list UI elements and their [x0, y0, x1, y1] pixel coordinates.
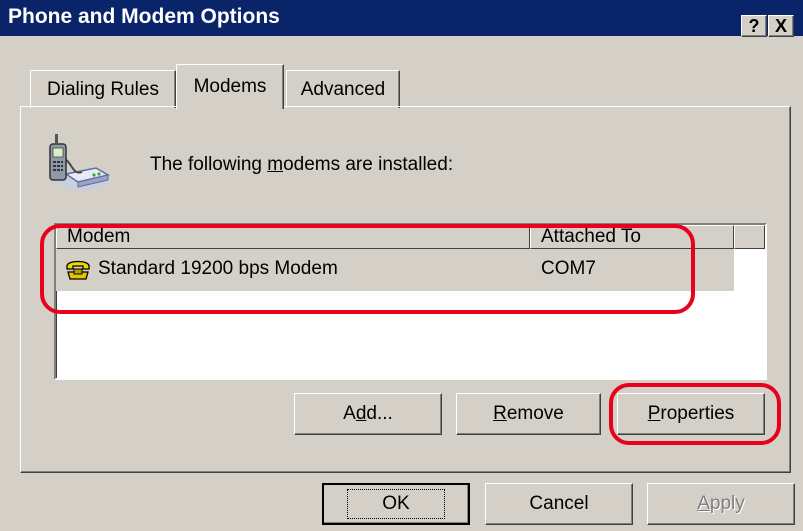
modem-name: Standard 19200 bps Modem: [98, 258, 338, 279]
column-header-attached-to[interactable]: Attached To: [530, 225, 734, 249]
tab-modems[interactable]: Modems: [176, 64, 284, 109]
table-row[interactable]: Standard 19200 bps Modem COM7: [56, 249, 734, 291]
column-header-empty: [734, 225, 765, 249]
phone-modem-icon: [42, 128, 112, 198]
apply-button[interactable]: Apply: [647, 483, 795, 525]
properties-button[interactable]: Properties: [617, 393, 765, 435]
close-icon: X: [774, 16, 787, 36]
modem-port: COM7: [541, 258, 596, 279]
ok-button[interactable]: OK: [322, 483, 470, 525]
close-button[interactable]: X: [768, 15, 794, 37]
tab-label: Modems: [193, 76, 267, 97]
tab-dialing-rules[interactable]: Dialing Rules: [30, 70, 176, 108]
window-title: Phone and Modem Options: [8, 5, 280, 28]
modem-phone-icon: [65, 257, 91, 281]
column-header-modem[interactable]: Modem: [56, 225, 530, 249]
cancel-button[interactable]: Cancel: [485, 483, 633, 525]
tab-label: Advanced: [300, 78, 386, 100]
modems-description: The following modems are installed:: [150, 154, 454, 175]
add-button[interactable]: Ad d...: [294, 393, 442, 435]
help-button[interactable]: ?: [741, 15, 767, 37]
tab-label: Dialing Rules: [47, 78, 159, 100]
modem-list[interactable]: Modem Attached To Standard 19200 bps Mod…: [54, 223, 767, 380]
tab-advanced[interactable]: Advanced: [286, 70, 400, 108]
remove-button[interactable]: Remove: [456, 393, 601, 435]
help-icon: ?: [748, 16, 760, 36]
